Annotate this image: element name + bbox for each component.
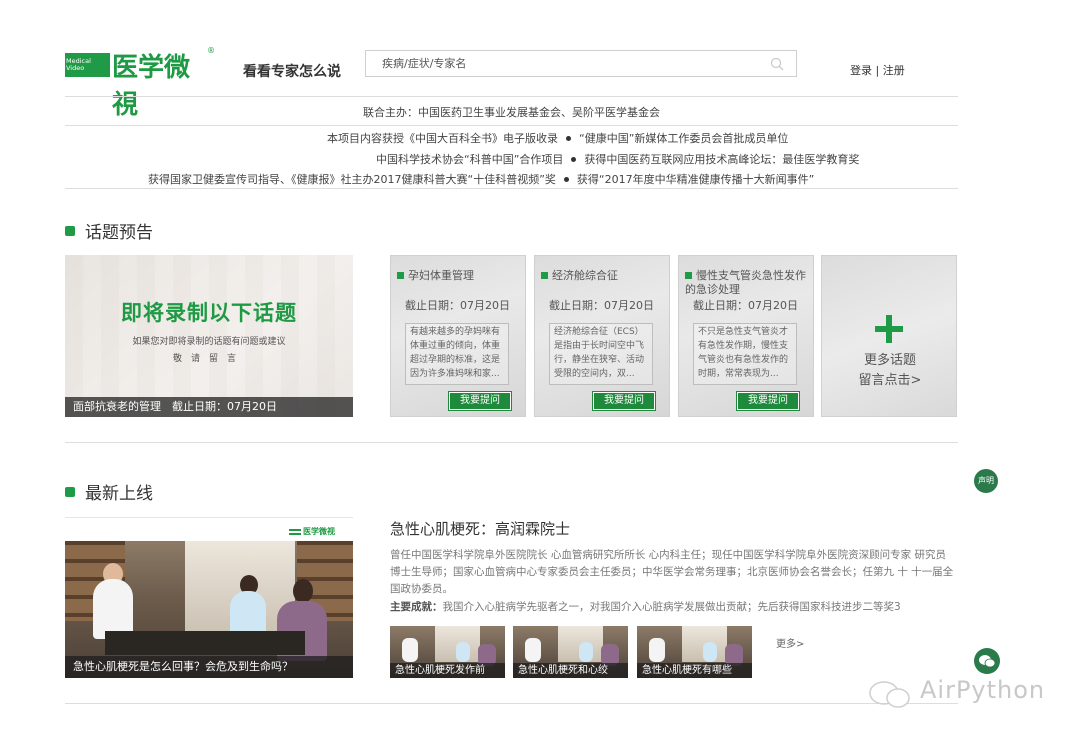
related-video-thumb[interactable]: 急性心肌梗死和心绞 — [513, 622, 628, 678]
topic-marker-icon — [397, 271, 404, 279]
login-separator: | — [872, 64, 883, 77]
divider — [65, 703, 958, 704]
award-text: 获得中国医药互联网应用技术高峰论坛：最佳医学教育奖 — [584, 153, 860, 166]
video-top-border — [65, 517, 353, 518]
divider — [65, 96, 958, 97]
scene-person — [93, 579, 133, 639]
thumb-caption: 急性心肌梗死有哪些 — [637, 663, 752, 678]
site-logo[interactable]: Medical Video 医学微視 ® — [65, 46, 215, 120]
ask-question-button[interactable]: 我要提问 — [448, 391, 512, 411]
award-text: 中国科学技术协会“科普中国”合作项目 — [376, 153, 564, 166]
banner-headline: 即将录制以下话题 — [121, 301, 297, 325]
wechat-watermark-icon — [869, 681, 910, 708]
register-link[interactable]: 注册 — [883, 64, 905, 77]
expert-achievement: 主要成就：我国介入心脏病学先驱者之一，对我国介入心脏病学发展做出贡献；先后获得国… — [390, 601, 901, 613]
related-video-thumb[interactable]: 急性心肌梗死有哪些 — [637, 622, 752, 678]
wechat-button[interactable] — [974, 648, 1000, 674]
topic-description: 不只是急性支气管炎才有急性发作期，慢性支气管炎也有急性发作的时期，常常表现为..… — [693, 323, 797, 385]
topic-title: 慢性支气管炎急性发作的急诊处理 — [685, 269, 806, 296]
topic-marker-icon — [541, 271, 548, 279]
search-bar — [365, 50, 797, 77]
topic-deadline: 截止日期：07月20日 — [549, 299, 654, 312]
topic-deadline: 截止日期：07月20日 — [405, 299, 510, 312]
ask-question-button[interactable]: 我要提问 — [736, 391, 800, 411]
account-links: 登录 | 注册 — [850, 62, 905, 78]
logo-english-mark: Medical Video — [65, 53, 110, 77]
topic-description: 有越来越多的孕妈咪有体重过重的倾向，体重超过孕期的标准，这是因为许多准妈咪和家.… — [405, 323, 509, 385]
featured-video[interactable]: 医学微视 急性心肌梗死是怎么回事？会危及到生命吗？ — [65, 517, 353, 678]
section-title-preview: 话题预告 — [65, 218, 153, 243]
topic-card[interactable]: 孕妇体重管理 截止日期：07月20日 有越来越多的孕妈咪有体重过重的倾向，体重超… — [390, 255, 526, 417]
banner-subtext-invite: 敬请留言 — [172, 354, 245, 364]
award-line-3: 获得国家卫健委宣传司指导、《健康报》社主办2017健康科普大赛“十佳科普视频”奖… — [148, 171, 814, 187]
award-line-2: 中国科学技术协会“科普中国”合作项目 获得中国医药互联网应用技术高峰论坛：最佳医学… — [376, 151, 859, 167]
leave-message-link[interactable]: 留言点击> — [822, 369, 958, 388]
thumb-caption: 急性心肌梗死发作前 — [390, 663, 505, 678]
thumb-caption: 急性心肌梗死和心绞 — [513, 663, 628, 678]
bullet-dot-icon — [563, 176, 569, 182]
divider — [65, 188, 958, 189]
login-link[interactable]: 登录 — [850, 64, 872, 77]
search-input[interactable] — [366, 51, 761, 76]
logo-registered-mark: ® — [207, 46, 215, 55]
banner-subtext: 如果您对即将录制的话题有问题或建议 — [132, 337, 286, 347]
award-text: “健康中国”新媒体工作委员会首批成员单位 — [579, 132, 789, 145]
award-text: 本项目内容获授《中国大百科全书》电子版收录 — [327, 132, 558, 145]
featured-video-caption: 急性心肌梗死是怎么回事？会危及到生命吗？ — [65, 656, 353, 678]
topic-deadline: 截止日期：07月20日 — [693, 299, 798, 312]
award-text: 获得国家卫健委宣传司指导、《健康报》社主办2017健康科普大赛“十佳科普视频”奖 — [148, 173, 556, 186]
section-marker-icon — [65, 486, 75, 497]
topic-title: 孕妇体重管理 — [397, 269, 525, 283]
divider — [65, 442, 958, 443]
ask-question-button[interactable]: 我要提问 — [592, 391, 656, 411]
expert-bio: 曾任中国医学科学院阜外医院院长 心血管病研究所所长 心内科主任；现任中国医学科学… — [390, 549, 954, 595]
bullet-dot-icon — [566, 135, 571, 141]
statement-button[interactable]: 声明 — [974, 469, 998, 493]
scene-desk — [105, 631, 305, 655]
search-icon[interactable] — [770, 57, 784, 71]
topic-card[interactable]: 经济舱综合征 截止日期：07月20日 经济舱综合征（ECS）是指由于长时间空中飞… — [534, 255, 670, 417]
divider — [65, 125, 958, 126]
sponsor-line: 联合主办：中国医药卫生事业发展基金会、吴阶平医学基金会 — [363, 106, 660, 119]
banner-caption: 面部抗衰老的管理 截止日期：07月20日 — [65, 397, 353, 417]
plus-icon — [875, 315, 903, 343]
topic-title: 经济舱综合征 — [541, 269, 669, 283]
section-marker-icon — [65, 225, 75, 236]
expert-title[interactable]: 急性心肌梗死：高润霖院士 — [390, 518, 570, 539]
more-topics-label: 更多话题 — [863, 353, 916, 368]
topic-description: 经济舱综合征（ECS）是指由于长时间空中飞行，静坐在狭窄、活动受限的空间内，双.… — [549, 323, 653, 385]
scene-person — [293, 579, 313, 603]
site-tagline: 看看专家怎么说 — [243, 64, 341, 80]
wechat-icon — [979, 655, 996, 668]
section-title-latest: 最新上线 — [65, 479, 153, 504]
award-text: 获得“2017年度中华精准健康传播十大新闻事件” — [576, 173, 815, 186]
related-video-thumb[interactable]: 急性心肌梗死发作前 — [390, 622, 505, 678]
more-videos-link[interactable]: 更多> — [776, 635, 804, 650]
topic-card[interactable]: 慢性支气管炎急性发作的急诊处理 截止日期：07月20日 不只是急性支气管炎才有急… — [678, 255, 814, 417]
topic-marker-icon — [685, 271, 692, 279]
video-watermark-logo: 医学微视 — [289, 526, 335, 537]
watermark-text: AirPython — [920, 676, 1046, 704]
upcoming-topics-banner[interactable]: 即将录制以下话题 如果您对即将录制的话题有问题或建议 敬请留言 面部抗衰老的管理… — [65, 255, 353, 417]
award-line-1: 本项目内容获授《中国大百科全书》电子版收录 “健康中国”新媒体工作委员会首批成员单… — [327, 130, 788, 146]
more-topics-card[interactable]: 更多话题 留言点击> — [821, 255, 957, 417]
bullet-dot-icon — [571, 156, 577, 162]
